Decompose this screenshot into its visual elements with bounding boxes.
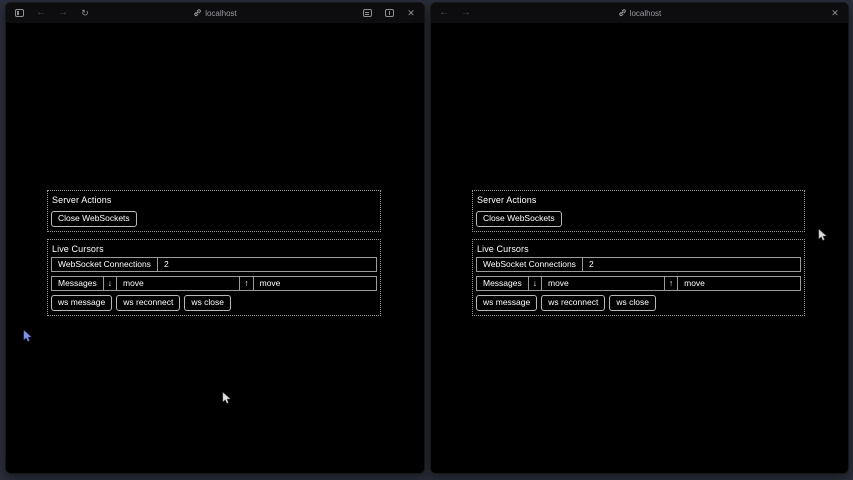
page-content: Server Actions Close WebSockets Live Cur… (6, 23, 424, 474)
live-cursors-legend: Live Cursors (476, 243, 801, 257)
messages-label: Messages (477, 277, 529, 290)
arrow-down-icon: ↓ (104, 277, 117, 290)
split-view-icon[interactable] (383, 7, 395, 19)
arrow-up-icon: ↑ (240, 277, 253, 290)
messages-row: Messages ↓ move ↑ move (476, 276, 801, 291)
arrow-up-icon: ↑ (665, 277, 678, 290)
last-received-message: move (117, 277, 240, 290)
messages-row: Messages ↓ move ↑ move (51, 276, 377, 291)
ws-message-button[interactable]: ws message (476, 295, 537, 311)
server-actions-panel: Server Actions Close WebSockets (472, 190, 805, 232)
titlebar: ← → localhost ✕ (431, 3, 848, 23)
browser-window-right: ← → localhost ✕ Server Actions Close Web… (430, 2, 849, 474)
connections-label: WebSocket Connections (52, 258, 158, 271)
browser-window-left: ← → ↻ localhost ✕ Server Actions Close W… (5, 2, 425, 474)
link-icon (193, 9, 201, 17)
ws-buttons-row: ws message ws reconnect ws close (476, 295, 801, 311)
forward-icon[interactable]: → (460, 7, 472, 19)
server-actions-legend: Server Actions (51, 194, 377, 208)
last-received-message: move (542, 277, 665, 290)
page-title: localhost (205, 9, 237, 18)
ws-reconnect-button[interactable]: ws reconnect (116, 295, 180, 311)
link-icon (618, 9, 626, 17)
live-cursors-legend: Live Cursors (51, 243, 377, 257)
close-icon[interactable]: ✕ (829, 7, 841, 19)
server-actions-legend: Server Actions (476, 194, 801, 208)
arrow-down-icon: ↓ (529, 277, 542, 290)
live-cursors-panel: Live Cursors WebSocket Connections 2 Mes… (47, 239, 381, 316)
ws-reconnect-button[interactable]: ws reconnect (541, 295, 605, 311)
last-sent-message: move (254, 277, 376, 290)
close-websockets-button[interactable]: Close WebSockets (476, 211, 562, 227)
ws-close-button[interactable]: ws close (609, 295, 656, 311)
page-content: Server Actions Close WebSockets Live Cur… (431, 23, 848, 474)
connections-value: 2 (158, 258, 376, 271)
ws-message-button[interactable]: ws message (51, 295, 112, 311)
forward-icon[interactable]: → (57, 7, 69, 19)
page-title: localhost (630, 9, 662, 18)
ws-close-button[interactable]: ws close (184, 295, 231, 311)
live-cursors-panel: Live Cursors WebSocket Connections 2 Mes… (472, 239, 805, 316)
back-icon[interactable]: ← (35, 7, 47, 19)
sidebar-toggle-icon[interactable] (13, 7, 25, 19)
reader-view-icon[interactable] (361, 7, 373, 19)
back-icon[interactable]: ← (438, 7, 450, 19)
server-actions-panel: Server Actions Close WebSockets (47, 190, 381, 232)
connections-row: WebSocket Connections 2 (51, 257, 377, 272)
close-icon[interactable]: ✕ (405, 7, 417, 19)
connections-value: 2 (583, 258, 800, 271)
reload-icon[interactable]: ↻ (79, 7, 91, 19)
ws-buttons-row: ws message ws reconnect ws close (51, 295, 377, 311)
last-sent-message: move (678, 277, 800, 290)
connections-row: WebSocket Connections 2 (476, 257, 801, 272)
connections-label: WebSocket Connections (477, 258, 583, 271)
desktop: { "windows": [ { "title": "localhost", "… (0, 0, 853, 480)
address-title: localhost (431, 3, 848, 23)
messages-label: Messages (52, 277, 104, 290)
close-websockets-button[interactable]: Close WebSockets (51, 211, 137, 227)
titlebar: ← → ↻ localhost ✕ (6, 3, 424, 23)
